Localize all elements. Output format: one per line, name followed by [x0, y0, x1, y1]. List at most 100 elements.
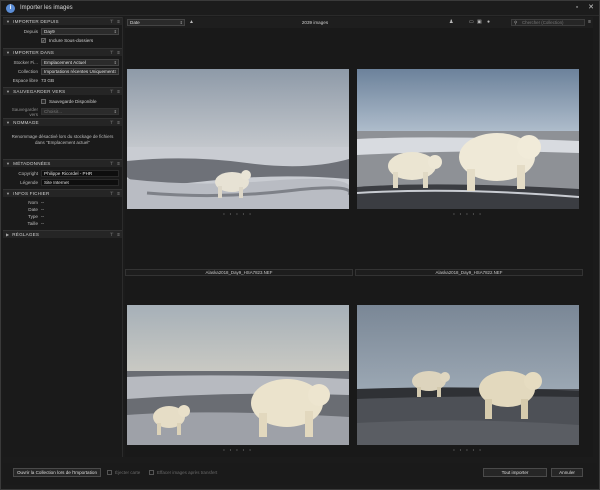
pin-icon[interactable]: ⊤	[110, 161, 114, 167]
thumbnail-3[interactable]: • • • • •	[125, 271, 351, 457]
collapse-triangle-icon[interactable]: ▼	[6, 120, 10, 125]
section-infos-fichier[interactable]: ▼ INFOS FICHIER ⊤ ≡	[3, 189, 122, 197]
user-filter-icon[interactable]: ●	[487, 19, 490, 25]
maximize-icon[interactable]: ▫	[573, 4, 581, 12]
photo-polar-bear-single[interactable]	[127, 69, 349, 209]
eject-card-checkbox[interactable]	[107, 470, 112, 475]
pin-icon[interactable]: ⊤	[110, 232, 114, 238]
dropdown-arrows-icon: ⇕	[113, 69, 117, 74]
section-menu-icon[interactable]: ≡	[117, 232, 120, 237]
nom-value: --	[41, 200, 45, 205]
thumbnail-1[interactable]: • • • • • Alaska2018_Day9_HSA7823.NEF	[125, 29, 353, 276]
search-icon: ⚲	[514, 20, 518, 25]
section-menu-icon[interactable]: ≡	[117, 161, 120, 166]
backup-label: Sauvegarde Disponible	[49, 99, 97, 104]
close-icon[interactable]: ✕	[587, 4, 595, 12]
dropdown-arrows-icon: ⇕	[113, 60, 117, 65]
open-collection-button[interactable]: Ouvrir la Collection lors de l'Importati…	[13, 468, 101, 477]
collapse-triangle-icon[interactable]: ▼	[6, 161, 10, 166]
collection-dropdown[interactable]: Importations récentes Uniquement ⇕	[41, 68, 119, 75]
image-count: 2039 images	[301, 20, 329, 25]
section-title: RÉGLAGES	[12, 232, 40, 237]
photo-polar-bears-walking[interactable]	[357, 305, 579, 445]
expand-triangle-icon[interactable]: ▶	[6, 232, 9, 237]
section-title: SAUVEGARDER VERS	[13, 89, 66, 94]
import-window: i Importer les images ▫ ✕ ▼ IMPORTER DEP…	[0, 0, 600, 490]
pin-icon[interactable]: ⊤	[110, 89, 114, 95]
section-menu-icon[interactable]: ≡	[117, 89, 120, 94]
section-title: NOMMAGE	[13, 120, 39, 125]
legende-input[interactable]: Site Internet	[41, 179, 119, 186]
toolbar-menu-icon[interactable]: ≡	[588, 19, 591, 25]
section-importer-depuis[interactable]: ▼ IMPORTER DEPUIS ⊤ ≡	[3, 17, 122, 25]
date-value: --	[41, 207, 45, 212]
browser-toolbar: Date ⇕ ▲ 2039 images ♟ ▭ ▣ ● ⚲ Chercher …	[125, 17, 593, 28]
thumbnail-dots[interactable]: • • • • •	[125, 447, 351, 452]
stocker-value: Emplacement Actuel	[44, 60, 86, 65]
legende-label: Légende	[20, 180, 38, 185]
pin-icon[interactable]: ⊤	[110, 19, 114, 25]
copyright-value: Philippe Ricordel - PHR	[44, 171, 93, 176]
collapse-triangle-icon[interactable]: ▼	[6, 191, 10, 196]
thumbnail-dots[interactable]: • • • • •	[355, 211, 581, 216]
taille-value: --	[41, 221, 45, 226]
include-subfolders-label: Inclure Sous-dossiers	[49, 38, 94, 43]
collapse-triangle-icon[interactable]: ▼	[6, 50, 10, 55]
person-icon[interactable]: ♟	[449, 19, 453, 25]
section-reglages[interactable]: ▶ RÉGLAGES ⊤ ≡	[3, 230, 122, 238]
stocker-dropdown[interactable]: Emplacement Actuel ⇕	[41, 59, 119, 66]
delete-after-checkbox[interactable]	[149, 470, 154, 475]
backup-checkbox[interactable]	[41, 99, 46, 104]
backup-location-dropdown[interactable]: Choisir... ⇕	[41, 108, 119, 115]
espace-libre-value: 73 GB	[41, 78, 55, 83]
app-logo-icon: i	[6, 3, 15, 13]
eject-card-option[interactable]: Éjecter carte	[107, 470, 140, 475]
depuis-label: Depuis	[23, 29, 38, 34]
section-title: IMPORTER DEPUIS	[13, 19, 59, 24]
espace-libre-label: Espace libre	[12, 78, 38, 83]
section-metadonnees[interactable]: ▼ MÉTADONNÉES ⊤ ≡	[3, 159, 122, 167]
thumbnail-dots[interactable]: • • • • •	[125, 211, 351, 216]
import-all-button[interactable]: Tout importer	[483, 468, 547, 477]
pin-icon[interactable]: ⊤	[110, 120, 114, 126]
view-grid-icon[interactable]: ▣	[477, 19, 482, 25]
section-sauvegarder[interactable]: ▼ SAUVEGARDER VERS ⊤ ≡	[3, 87, 122, 95]
thumbnail-2[interactable]: • • • • • Alaska2018_Day9_HSA7822.NEF	[355, 29, 583, 276]
section-menu-icon[interactable]: ≡	[117, 191, 120, 196]
section-menu-icon[interactable]: ≡	[117, 120, 120, 125]
photo-polar-bears-two[interactable]	[357, 69, 579, 209]
collection-label: Collection	[17, 69, 38, 74]
eject-card-label: Éjecter carte	[115, 470, 141, 475]
delete-after-option[interactable]: Effacer images après transfert	[149, 470, 217, 475]
copyright-input[interactable]: Philippe Ricordel - PHR	[41, 170, 119, 177]
section-importer-dans[interactable]: ▼ IMPORTER DANS ⊤ ≡	[3, 48, 122, 56]
pin-icon[interactable]: ⊤	[110, 191, 114, 197]
depuis-dropdown[interactable]: Day9 ⇕	[41, 28, 119, 35]
cancel-button[interactable]: Annuler	[551, 468, 583, 477]
dropdown-arrows-icon: ⇕	[113, 29, 117, 34]
view-size-icon[interactable]: ▭	[469, 19, 474, 25]
section-title: MÉTADONNÉES	[13, 161, 51, 166]
search-input[interactable]: ⚲ Chercher (Collection)	[511, 19, 585, 26]
thumbnail-4[interactable]: • • • • •	[355, 271, 581, 457]
sauvegarder-vers-label: Sauvegarder vers	[11, 106, 38, 117]
collapse-triangle-icon[interactable]: ▼	[6, 19, 10, 24]
thumbnail-dots[interactable]: • • • • •	[355, 447, 581, 452]
type-value: --	[41, 214, 45, 219]
dropdown-arrows-icon: ⇕	[113, 109, 117, 114]
include-subfolders-checkbox[interactable]: ✓	[41, 38, 46, 43]
depuis-value: Day9	[44, 29, 55, 34]
collapse-triangle-icon[interactable]: ▼	[6, 89, 10, 94]
legende-value: Site Internet	[44, 180, 69, 185]
stocker-label: Stocker Fi...	[13, 60, 38, 65]
pin-icon[interactable]: ⊤	[110, 50, 114, 56]
section-menu-icon[interactable]: ≡	[117, 50, 120, 55]
taille-label: Taille	[27, 221, 38, 226]
date-label: Date	[28, 207, 38, 212]
section-nommage[interactable]: ▼ NOMMAGE ⊤ ≡	[3, 118, 122, 126]
copyright-label: Copyright	[18, 171, 38, 176]
section-menu-icon[interactable]: ≡	[117, 19, 120, 24]
photo-polar-bear-family[interactable]	[127, 305, 349, 445]
type-label: Type	[28, 214, 38, 219]
nommage-note: Renommage désactivé lors du stockage de …	[11, 134, 114, 145]
